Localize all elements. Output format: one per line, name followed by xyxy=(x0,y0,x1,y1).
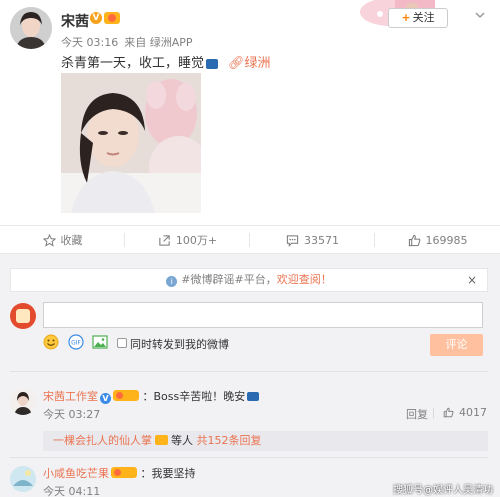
repost-icon xyxy=(159,234,170,246)
car-emoji-icon xyxy=(206,58,219,69)
repost-button[interactable]: 100万+ xyxy=(125,226,250,254)
post-photo[interactable] xyxy=(61,73,201,213)
verified-badge-icon: V xyxy=(90,12,102,24)
sub-reply-user[interactable]: 一棵会扎人的仙人掌 xyxy=(53,434,152,447)
chevron-down-icon[interactable] xyxy=(473,8,487,22)
thumb-up-icon xyxy=(408,234,420,246)
comment-line: 宋茜工作室 V ：Boss辛苦啦！晚安 xyxy=(43,388,260,404)
post-source[interactable]: 来自 绿洲APP xyxy=(124,36,192,49)
author-avatar[interactable] xyxy=(10,7,52,49)
comment-line: 小咸鱼吃芒果 ：我要坚持 xyxy=(43,465,196,481)
favorite-button[interactable]: 收藏 xyxy=(0,226,125,254)
like-count: 169985 xyxy=(425,233,468,247)
sub-reply-text: 等人 xyxy=(171,434,193,447)
rumor-notice: i #微博辟谣#平台，欢迎查阅！ × xyxy=(10,268,488,292)
link-icon[interactable]: 🔗︎ xyxy=(228,56,245,71)
sub-reply-count[interactable]: 共152条回复 xyxy=(197,434,262,447)
sub-reply-preview[interactable]: 一棵会扎人的仙人掌 等人 共152条回复 xyxy=(43,431,488,451)
post-meta: 今天 03:16 来自 绿洲APP xyxy=(61,34,199,50)
car-emoji-icon xyxy=(247,392,260,401)
post-time[interactable]: 今天 03:16 xyxy=(61,36,118,49)
watermark: 搜狐号@娱评人吴清功 xyxy=(393,485,493,496)
comment-text: ：Boss辛苦啦！晚安 xyxy=(142,390,246,403)
fan-badge-icon xyxy=(111,467,137,478)
location-link[interactable]: 绿洲 xyxy=(245,56,271,71)
notice-text[interactable]: #微博辟谣#平台， xyxy=(181,273,276,286)
comment-input[interactable] xyxy=(43,302,483,328)
favorite-label: 收藏 xyxy=(60,234,83,247)
comment-time: 今天 03:27 xyxy=(43,408,101,421)
comment-like-button[interactable]: 4017 xyxy=(443,406,487,419)
comment-like-count: 4017 xyxy=(459,406,487,419)
vip-level-icon xyxy=(104,12,120,24)
current-user-avatar[interactable] xyxy=(10,303,36,329)
commenter-avatar[interactable] xyxy=(10,466,36,492)
weibo-post: 宋茜 V 今天 03:16 来自 绿洲APP + 关注 杀青第一天，收工，睡觉 🔗︎绿… xyxy=(0,0,500,225)
close-icon[interactable]: × xyxy=(467,269,477,291)
comment-button[interactable]: 33571 xyxy=(250,226,375,254)
repost-checkbox[interactable] xyxy=(117,338,127,348)
post-action-bar: 收藏 100万+ 33571 169985 xyxy=(0,225,500,254)
fan-badge-icon xyxy=(113,390,139,401)
notice-link[interactable]: 欢迎查阅！ xyxy=(277,273,332,286)
gif-icon[interactable]: GIF xyxy=(68,334,84,350)
follow-label: 关注 xyxy=(412,11,435,24)
star-icon xyxy=(42,233,56,247)
divider xyxy=(433,408,434,418)
reply-button[interactable]: 回复 xyxy=(406,406,428,422)
post-content: 杀青第一天，收工，睡觉 xyxy=(61,56,205,71)
comment-time: 今天 04:11 xyxy=(43,485,101,497)
comment-text: ：我要坚持 xyxy=(140,467,196,480)
info-icon: i xyxy=(166,276,178,287)
emoji-icon[interactable] xyxy=(43,334,59,350)
commenter-name[interactable]: 小咸鱼吃芒果 xyxy=(43,467,109,480)
image-icon[interactable] xyxy=(92,334,108,350)
post-text: 杀青第一天，收工，睡觉 🔗︎绿洲 xyxy=(61,52,271,71)
commenter-avatar[interactable] xyxy=(10,389,36,415)
fan-badge-icon xyxy=(155,435,168,445)
repost-count: 100万+ xyxy=(175,234,218,247)
thumb-up-icon xyxy=(443,407,454,418)
follow-button[interactable]: + 关注 xyxy=(388,8,448,28)
divider xyxy=(10,457,488,458)
repost-label[interactable]: 同时转发到我的微博 xyxy=(130,336,229,352)
verified-badge-icon: V xyxy=(100,393,111,404)
svg-text:GIF: GIF xyxy=(71,340,81,347)
author-name[interactable]: 宋茜 xyxy=(61,11,89,31)
commenter-name[interactable]: 宋茜工作室 xyxy=(43,390,98,403)
plus-icon: + xyxy=(401,11,411,24)
submit-comment-button[interactable]: 评论 xyxy=(430,334,483,356)
comment-icon xyxy=(286,234,299,247)
like-button[interactable]: 169985 xyxy=(375,226,500,254)
comment-count: 33571 xyxy=(304,233,339,247)
comment-panel: i #微博辟谣#平台，欢迎查阅！ × GIF 同时转发到我的微博 评论 宋茜工作室… xyxy=(0,254,500,497)
divider xyxy=(10,371,488,372)
